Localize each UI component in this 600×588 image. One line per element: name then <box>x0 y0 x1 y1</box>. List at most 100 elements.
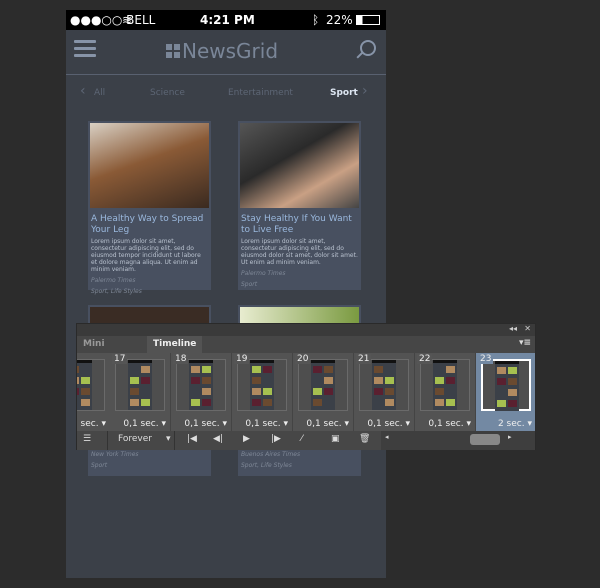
frame-thumbnail <box>77 359 105 411</box>
frame-delay[interactable]: 0,1 sec. ▾ <box>184 419 227 429</box>
timeline-frame[interactable]: 22 0,1 sec. ▾ <box>415 353 476 431</box>
frame-number: 22 <box>417 354 433 364</box>
frame-number: 18 <box>173 354 189 364</box>
card-source: Palermo Times <box>241 270 286 277</box>
app-logo: NewsGrid <box>166 39 278 63</box>
clock: 4:21 PM <box>200 13 255 27</box>
timeline-frame[interactable]: 18 0,1 sec. ▾ <box>171 353 232 431</box>
category-tabs: ‹ All Science Entertainment Sport › <box>66 75 386 111</box>
wifi-icon: ≋ <box>122 13 133 27</box>
loop-value: Forever <box>118 434 152 444</box>
loop-select[interactable]: Forever ▾ <box>107 431 175 450</box>
frame-number: 20 <box>295 354 311 364</box>
card-source: Palermo Times <box>91 277 136 284</box>
timeline-frame[interactable]: 23 2 sec. ▾ <box>476 353 535 431</box>
dropdown-arrow-icon: ▾ <box>101 419 106 429</box>
panel-tabs: Mini Bridge Timeline ▾≡ <box>77 336 535 366</box>
frame-delay[interactable]: 2 sec. ▾ <box>498 419 532 429</box>
card-tags: Sport, Life Styles <box>241 462 292 469</box>
status-bar: ●●●○○ BELL ≋ 4:21 PM ᛒ 22% <box>66 10 386 30</box>
scroll-left-icon[interactable]: ◂ <box>385 433 389 441</box>
frame-thumbnail <box>359 359 409 411</box>
battery-icon <box>356 15 380 25</box>
news-card[interactable]: Stay Healthy If You Want to Live Free Lo… <box>238 121 361 290</box>
card-body: Lorem ipsum dolor sit amet, consectetur … <box>91 238 201 273</box>
tab-sport[interactable]: Sport <box>330 88 358 98</box>
scrollbar-thumb[interactable] <box>470 434 500 445</box>
frame-thumbnail <box>420 359 470 411</box>
timeline-frame[interactable]: 20 0,1 sec. ▾ <box>293 353 354 431</box>
news-card[interactable]: A Healthy Way to Spread Your Leg Lorem i… <box>88 121 211 295</box>
chevron-left-icon[interactable]: ‹ <box>80 83 86 99</box>
timeline-frame[interactable]: 17 0,1 sec. ▾ <box>110 353 171 431</box>
card-image <box>90 123 209 208</box>
tab-timeline[interactable]: Timeline <box>147 336 203 353</box>
card-source: Buenos Aires Times <box>241 451 301 458</box>
frame-delay-value: 0,1 sec. <box>367 419 403 429</box>
hamburger-menu-icon[interactable] <box>74 40 96 61</box>
timeline-frame[interactable]: 19 0,1 sec. ▾ <box>232 353 293 431</box>
frame-delay[interactable]: sec. ▾ <box>81 419 106 429</box>
dropdown-arrow-icon: ▾ <box>527 419 532 429</box>
dropdown-arrow-icon: ▾ <box>222 419 227 429</box>
dropdown-arrow-icon: ▾ <box>405 419 410 429</box>
chevron-right-icon[interactable]: › <box>362 83 368 99</box>
frame-thumbnail <box>481 359 531 411</box>
dropdown-arrow-icon: ▾ <box>466 419 471 429</box>
next-frame-icon[interactable]: |▶ <box>271 434 281 444</box>
tab-science[interactable]: Science <box>150 88 185 98</box>
dropdown-arrow-icon: ▾ <box>166 434 171 444</box>
frame-number: 21 <box>356 354 372 364</box>
bluetooth-icon: ᛒ <box>312 13 320 27</box>
battery-percent: 22% <box>326 13 353 27</box>
timeline-frame[interactable]: sec. ▾ <box>77 353 111 431</box>
duplicate-frame-icon[interactable]: ▣ <box>331 434 340 444</box>
frame-thumbnail <box>176 359 226 411</box>
search-icon[interactable] <box>360 40 376 56</box>
scroll-right-icon[interactable]: ▸ <box>508 433 512 441</box>
collapse-icon[interactable]: ◂◂ <box>509 324 517 333</box>
delete-frame-icon[interactable]: 🗑 <box>359 434 370 444</box>
convert-timeline-icon[interactable]: ☰ <box>83 434 91 444</box>
first-frame-icon[interactable]: |◀ <box>187 434 197 444</box>
app-header: NewsGrid <box>66 30 386 75</box>
frame-delay[interactable]: 0,1 sec. ▾ <box>428 419 471 429</box>
grid-logo-icon <box>166 44 180 58</box>
panel-menu-icon[interactable]: ▾≡ <box>519 338 531 348</box>
frame-delay[interactable]: 0,1 sec. ▾ <box>245 419 288 429</box>
frame-delay-value: sec. <box>80 419 99 429</box>
timeline-frame[interactable]: 21 0,1 sec. ▾ <box>354 353 415 431</box>
frame-delay-value: 2 sec. <box>497 419 525 429</box>
dropdown-arrow-icon: ▾ <box>161 419 166 429</box>
frame-delay-value: 0,1 sec. <box>245 419 281 429</box>
frame-number: 17 <box>112 354 128 364</box>
card-title[interactable]: Stay Healthy If You Want to Live Free <box>238 210 361 236</box>
dropdown-arrow-icon: ▾ <box>344 419 349 429</box>
horizontal-scrollbar[interactable]: ◂ ▸ <box>381 431 535 450</box>
card-tags: Sport <box>91 462 108 469</box>
card-image <box>240 123 359 208</box>
frame-strip: sec. ▾ 17 0,1 sec. ▾ 18 0,1 sec. ▾ 19 0,1 sec.… <box>77 353 535 431</box>
card-title[interactable]: A Healthy Way to Spread Your Leg <box>88 210 211 236</box>
tween-icon[interactable]: ⁄ <box>301 434 303 444</box>
frame-number: 19 <box>234 354 250 364</box>
previous-frame-icon[interactable]: ◀| <box>213 434 223 444</box>
tab-entertainment[interactable]: Entertainment <box>228 88 293 98</box>
tab-all[interactable]: All <box>94 88 105 98</box>
frame-thumbnail <box>298 359 348 411</box>
frame-delay[interactable]: 0,1 sec. ▾ <box>123 419 166 429</box>
frame-delay[interactable]: 0,1 sec. ▾ <box>367 419 410 429</box>
close-icon[interactable]: ✕ <box>524 324 531 333</box>
frame-delay-value: 0,1 sec. <box>428 419 464 429</box>
card-tags: Sport, Life Styles <box>91 288 142 295</box>
timeline-toolbar: ☰ Forever ▾ |◀ ◀| ▶ |▶ ⁄ ▣ 🗑 ◂ ▸ <box>77 431 535 450</box>
panel-titlebar: ◂◂ ✕ <box>77 324 535 336</box>
frame-number: 23 <box>478 354 494 364</box>
dropdown-arrow-icon: ▾ <box>283 419 288 429</box>
tab-mini-bridge[interactable]: Mini Bridge <box>77 336 146 366</box>
app-title: NewsGrid <box>182 39 279 63</box>
frame-delay[interactable]: 0,1 sec. ▾ <box>306 419 349 429</box>
timeline-panel: ◂◂ ✕ Mini Bridge Timeline ▾≡ sec. ▾ 17 0,1… <box>76 323 536 450</box>
frame-delay-value: 0,1 sec. <box>306 419 342 429</box>
play-icon[interactable]: ▶ <box>243 434 250 444</box>
